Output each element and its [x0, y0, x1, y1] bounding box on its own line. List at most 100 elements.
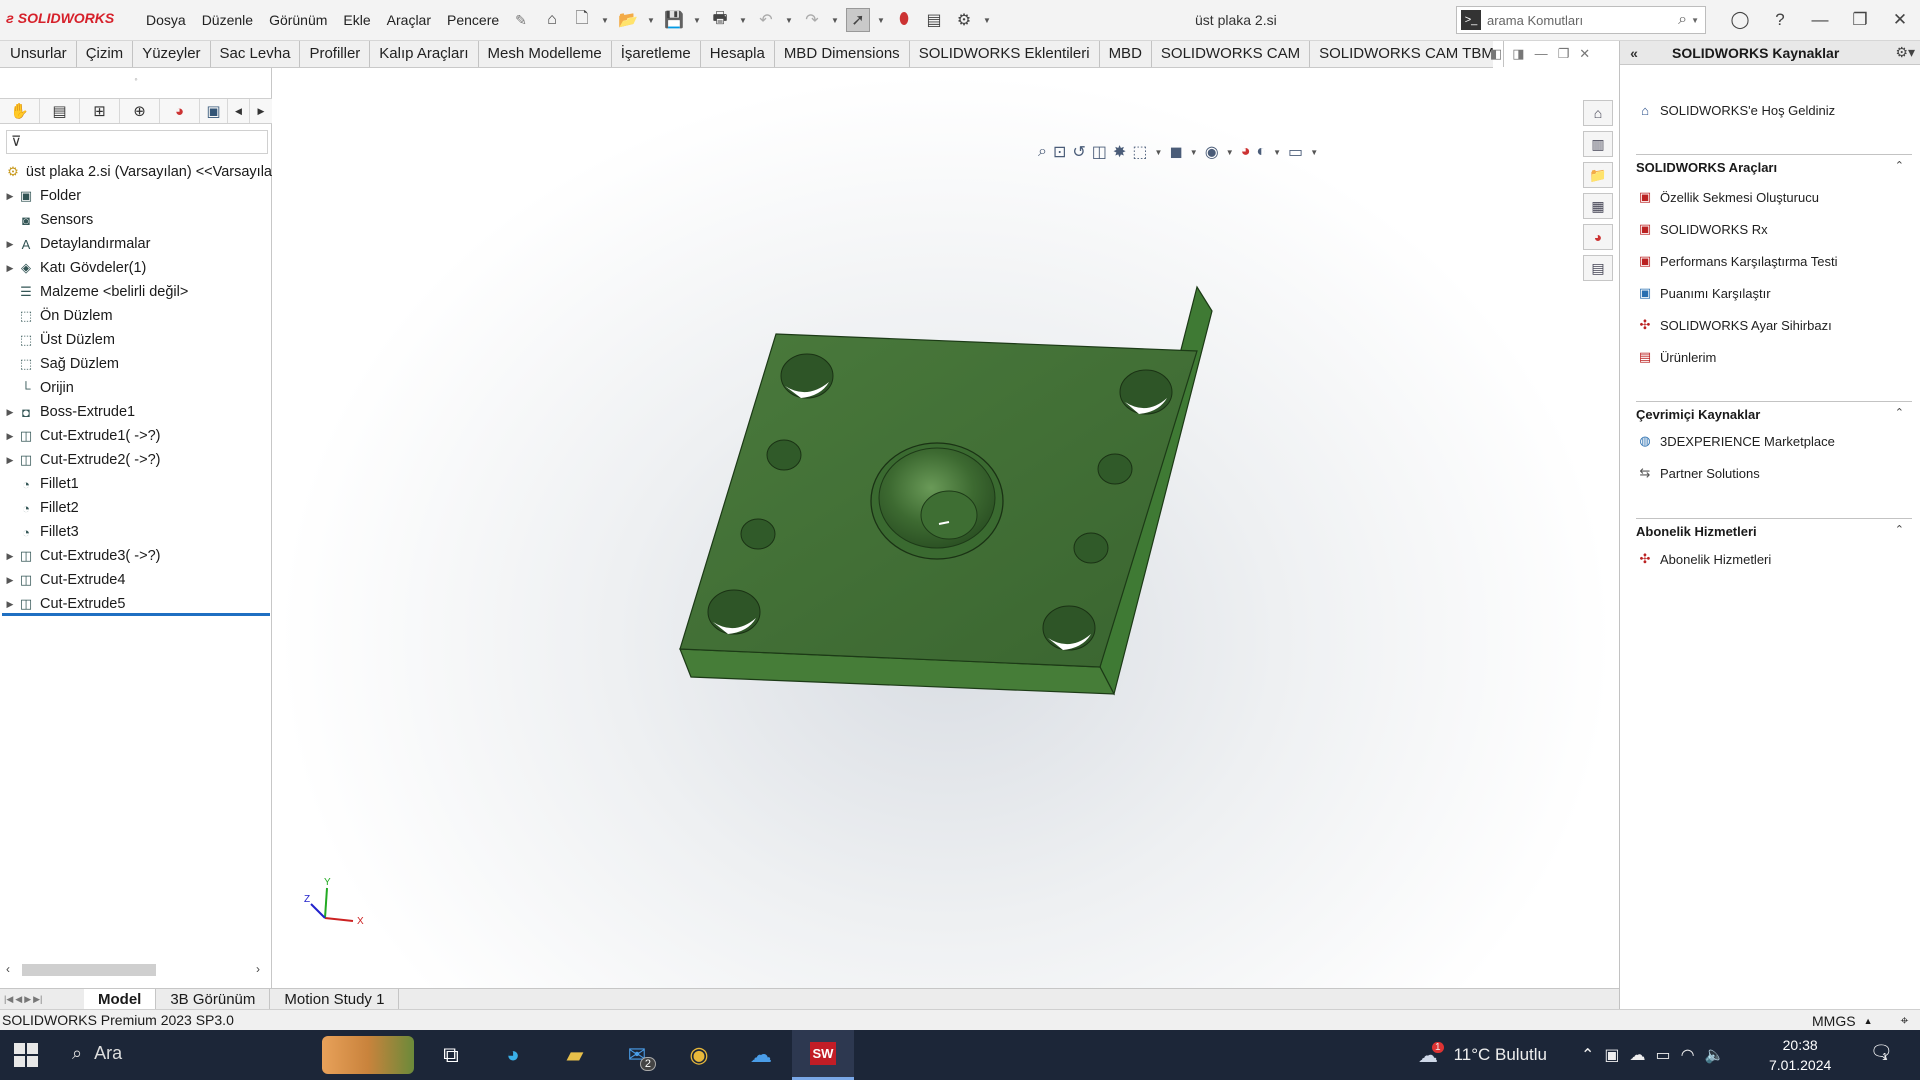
scroll-right-icon[interactable]: ›: [256, 962, 260, 976]
undo-dropdown-icon[interactable]: ▼: [784, 16, 794, 25]
tree-item[interactable]: └ Orijin: [0, 376, 272, 400]
tab-yuzeyler[interactable]: Yüzeyler: [133, 41, 211, 67]
scene-dropdown-icon[interactable]: ▼: [1272, 148, 1282, 157]
section-subscription[interactable]: Abonelik Hizmetleri ⌃: [1636, 518, 1912, 539]
view-settings-dropdown-icon[interactable]: ▼: [1309, 148, 1319, 157]
tile-right-icon[interactable]: ◨: [1512, 46, 1524, 62]
dimxpert-manager-tab-icon[interactable]: ⊕: [120, 99, 160, 123]
mail-icon[interactable]: ✉ 2: [606, 1030, 668, 1080]
tab-cizim[interactable]: Çizim: [77, 41, 134, 67]
tab-sac-levha[interactable]: Sac Levha: [211, 41, 301, 67]
tab-isaretleme[interactable]: İşaretleme: [612, 41, 701, 67]
section-view-icon[interactable]: ◫: [1092, 142, 1107, 162]
expand-arrow-icon[interactable]: ▶: [0, 431, 16, 442]
tree-item[interactable]: ◔ Fillet3: [0, 520, 272, 544]
pin-icon[interactable]: ✎: [507, 12, 535, 29]
rebuild-tag-icon[interactable]: ⌖: [1900, 1012, 1908, 1029]
options-gear-icon[interactable]: ⚙: [952, 8, 976, 32]
user-account-icon[interactable]: ◯: [1728, 8, 1752, 32]
view-palette-icon[interactable]: ▦: [1583, 193, 1613, 219]
chrome-icon[interactable]: ◉: [668, 1030, 730, 1080]
tab-motion-study[interactable]: Motion Study 1: [270, 989, 400, 1009]
new-document-icon[interactable]: 🗋: [570, 8, 594, 32]
menu-araclar[interactable]: Araçlar: [379, 12, 439, 29]
cam-manager-tab-icon[interactable]: ▣: [200, 99, 228, 123]
tab-3d-view[interactable]: 3B Görünüm: [156, 989, 271, 1009]
tab-solidworks-eklentileri[interactable]: SOLIDWORKS Eklentileri: [910, 41, 1100, 67]
search-input[interactable]: arama Komutları: [1487, 13, 1678, 28]
expand-arrow-icon[interactable]: ▶: [0, 575, 16, 586]
tree-filter[interactable]: ⊽: [6, 130, 268, 154]
menu-dosya[interactable]: Dosya: [138, 12, 194, 29]
configuration-manager-tab-icon[interactable]: ⊞: [80, 99, 120, 123]
volume-icon[interactable]: 🔈: [1705, 1045, 1725, 1065]
link-compare-score[interactable]: ▣ Puanımı Karşılaştır: [1636, 284, 1771, 302]
restore-icon[interactable]: ❐: [1848, 8, 1872, 32]
minimize-icon[interactable]: —: [1808, 8, 1832, 32]
edge-icon[interactable]: ◕: [482, 1030, 544, 1080]
save-icon[interactable]: 💾: [662, 8, 686, 32]
undo-icon[interactable]: ↶: [754, 8, 778, 32]
tile-left-icon[interactable]: ◧: [1490, 46, 1502, 62]
feature-manager-tab-icon[interactable]: ✋: [0, 99, 40, 123]
weather-text[interactable]: 11°C Bulutlu: [1454, 1045, 1547, 1065]
search-icon[interactable]: ⌕: [1678, 11, 1687, 29]
rollback-bar[interactable]: [2, 613, 270, 616]
welcome-link[interactable]: ⌂ SOLIDWORKS'e Hoş Geldiniz: [1636, 101, 1835, 119]
onedrive-icon[interactable]: ☁: [730, 1030, 792, 1080]
section-tools[interactable]: SOLIDWORKS Araçları ⌃: [1636, 154, 1912, 175]
menu-pencere[interactable]: Pencere: [439, 12, 507, 29]
select-pointer-icon[interactable]: ➚: [846, 8, 870, 32]
solidworks-taskbar-icon[interactable]: SW: [792, 1030, 854, 1080]
select-dropdown-icon[interactable]: ▼: [876, 16, 886, 25]
tree-item[interactable]: ▶ ▣ Folder: [0, 184, 272, 208]
menu-ekle[interactable]: Ekle: [335, 12, 378, 29]
units-dropdown-icon[interactable]: ▲: [1864, 1016, 1873, 1026]
save-dropdown-icon[interactable]: ▼: [692, 16, 702, 25]
link-settings-wizard[interactable]: ✣ SOLIDWORKS Ayar Sihirbazı: [1636, 316, 1832, 334]
expand-arrow-icon[interactable]: ▶: [0, 599, 16, 610]
search-dropdown-icon[interactable]: ▼: [1691, 16, 1699, 25]
tray-chevron-up-icon[interactable]: ⌃: [1581, 1045, 1594, 1065]
panel-grip[interactable]: ◦: [0, 74, 272, 86]
view-orientation-icon[interactable]: ⬚: [1132, 142, 1147, 162]
prev-tab-icon[interactable]: ◀: [15, 994, 22, 1005]
options-dropdown-icon[interactable]: ▼: [982, 16, 992, 25]
graphics-area[interactable]: ⌕ ⊡ ↺ ◫ ✸ ⬚ ▼ ◼ ▼ ◉ ▼ ◕ ◐ ▼ ▭ ▼ X Y Z: [273, 68, 1619, 988]
menu-duzenle[interactable]: Düzenle: [194, 12, 261, 29]
file-explorer-icon[interactable]: ▰: [544, 1030, 606, 1080]
expand-arrow-icon[interactable]: ▶: [0, 239, 16, 250]
tab-model[interactable]: Model: [84, 989, 157, 1009]
link-solidworks-rx[interactable]: ▣ SOLIDWORKS Rx: [1636, 220, 1768, 238]
expand-arrow-icon[interactable]: ▶: [0, 407, 16, 418]
search-highlight-image[interactable]: [322, 1036, 414, 1074]
dynamic-annotation-icon[interactable]: ✸: [1113, 142, 1126, 162]
scroll-thumb[interactable]: [22, 964, 156, 976]
link-my-products[interactable]: ▤ Ürünlerim: [1636, 348, 1717, 366]
tree-item[interactable]: ⬚ Ön Düzlem: [0, 304, 272, 328]
tab-mbd-dimensions[interactable]: MBD Dimensions: [775, 41, 910, 67]
expand-arrow-icon[interactable]: ▶: [0, 551, 16, 562]
tab-profiller[interactable]: Profiller: [300, 41, 371, 67]
display-style-icon[interactable]: ◼: [1169, 142, 1182, 162]
battery-icon[interactable]: ▭: [1656, 1045, 1671, 1065]
last-tab-icon[interactable]: ▶|: [33, 994, 42, 1005]
home-icon[interactable]: ⌂: [540, 8, 564, 32]
apply-scene-icon[interactable]: ◐: [1256, 143, 1266, 161]
tree-item[interactable]: ▶ ◘ Boss-Extrude1: [0, 400, 272, 424]
doc-restore-icon[interactable]: ❐: [1558, 46, 1570, 62]
tab-mesh-modelleme[interactable]: Mesh Modelleme: [479, 41, 612, 67]
tree-item[interactable]: ⬚ Üst Düzlem: [0, 328, 272, 352]
open-folder-icon[interactable]: 📂: [616, 8, 640, 32]
expand-arrow-icon[interactable]: ▶: [0, 455, 16, 466]
collapse-pane-icon[interactable]: «: [1620, 45, 1648, 61]
onedrive-tray-icon[interactable]: ☁: [1630, 1045, 1646, 1065]
task-view-icon[interactable]: ⧉: [420, 1030, 482, 1080]
task-pane-settings-icon[interactable]: ⚙▾: [1895, 44, 1915, 61]
tab-mbd[interactable]: MBD: [1100, 41, 1152, 67]
zoom-to-fit-icon[interactable]: ⌕: [1038, 143, 1047, 161]
appearances-icon[interactable]: ◕: [1583, 224, 1613, 250]
new-dropdown-icon[interactable]: ▼: [600, 16, 610, 25]
tree-item[interactable]: ◙ Sensors: [0, 208, 272, 232]
tree-horizontal-scrollbar[interactable]: ‹ ›: [0, 960, 272, 980]
